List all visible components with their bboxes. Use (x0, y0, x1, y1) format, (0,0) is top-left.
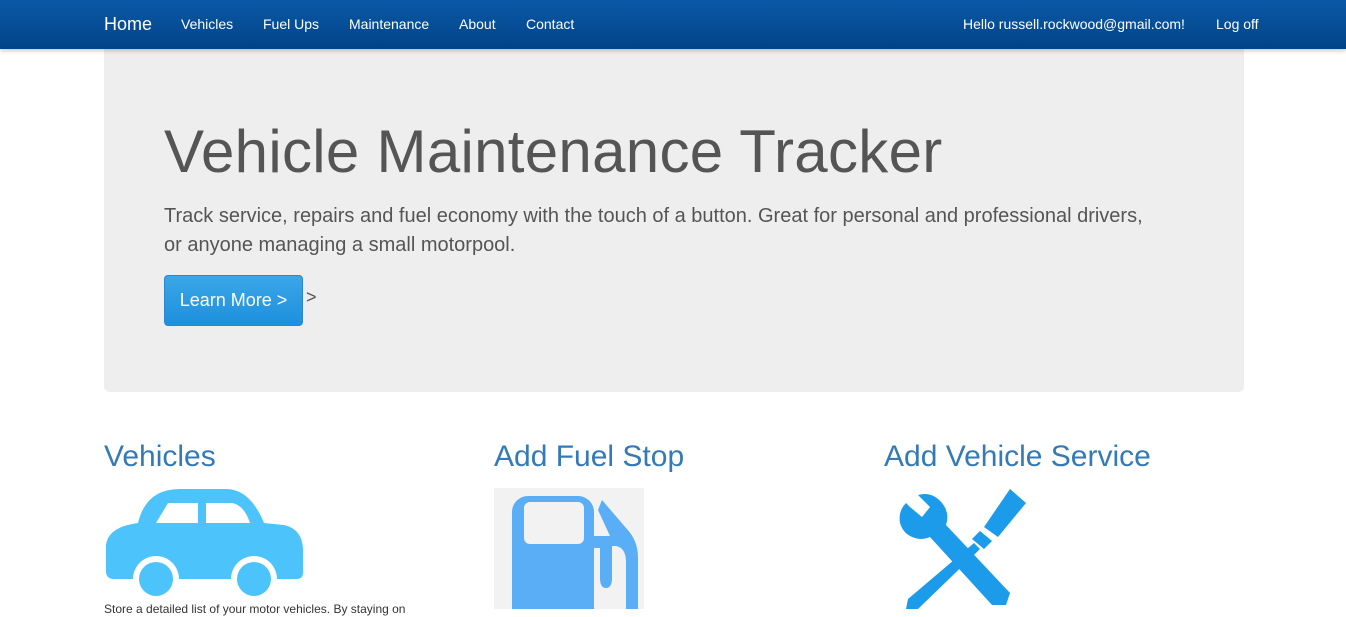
page-title: Vehicle Maintenance Tracker (164, 118, 943, 185)
learn-more-button[interactable]: Learn More > (164, 275, 303, 326)
hero-jumbotron: Vehicle Maintenance Tracker Track servic… (104, 49, 1244, 392)
nav-link-contact[interactable]: Contact (526, 0, 574, 49)
nav-brand-home[interactable]: Home (104, 0, 152, 49)
fuel-pump-icon[interactable] (494, 488, 644, 609)
vehicles-description: Store a detailed list of your motor vehi… (104, 602, 406, 616)
hero-description: Track service, repairs and fuel economy … (164, 205, 1143, 256)
top-navbar: Home Vehicles Fuel Ups Maintenance About… (0, 0, 1346, 49)
log-off-link[interactable]: Log off (1216, 0, 1259, 49)
user-greeting-link[interactable]: Hello russell.rockwood@gmail.com! (963, 0, 1185, 49)
add-vehicle-service-heading-link[interactable]: Add Vehicle Service (884, 440, 1151, 474)
wrench-screwdriver-icon[interactable] (896, 487, 1028, 609)
vehicles-heading-link[interactable]: Vehicles (104, 440, 216, 474)
nav-link-fuel-ups[interactable]: Fuel Ups (263, 0, 319, 49)
add-fuel-stop-heading-link[interactable]: Add Fuel Stop (494, 440, 684, 474)
nav-link-maintenance[interactable]: Maintenance (349, 0, 429, 49)
car-icon[interactable] (104, 487, 306, 602)
nav-link-vehicles[interactable]: Vehicles (181, 0, 233, 49)
nav-link-about[interactable]: About (459, 0, 496, 49)
learn-more-arrow-text: > (306, 287, 317, 307)
